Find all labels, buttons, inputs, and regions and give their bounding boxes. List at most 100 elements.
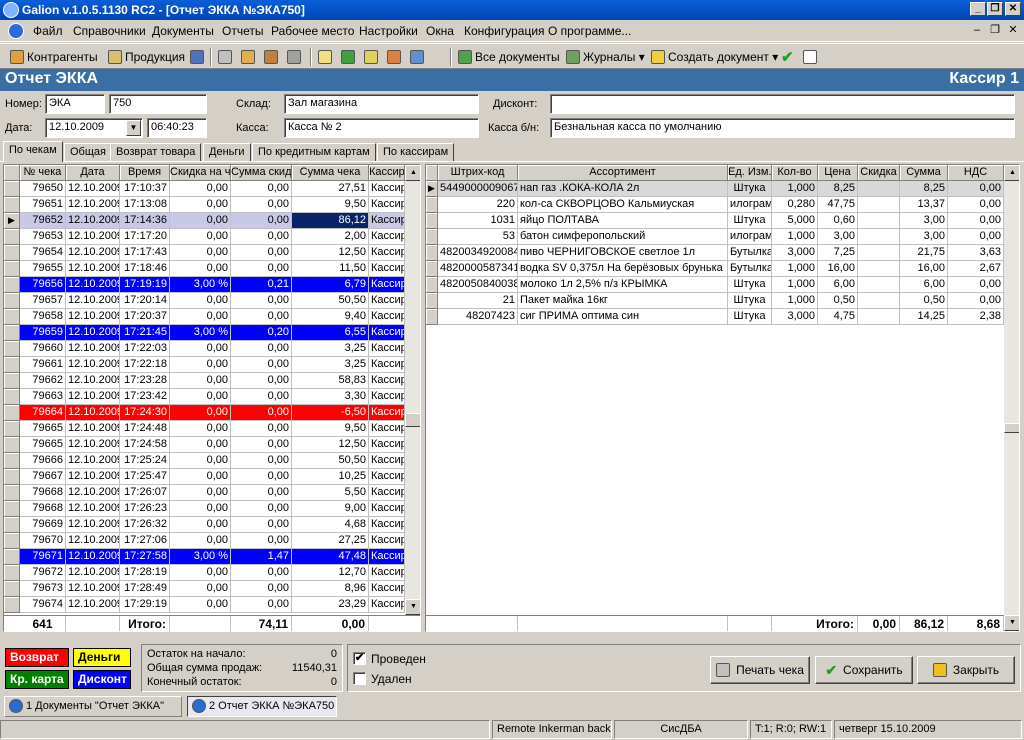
cell-cash[interactable]: Кассир bbox=[369, 341, 405, 357]
cell-price[interactable]: 7,25 bbox=[818, 245, 858, 261]
cell-sum[interactable]: 8,25 bbox=[900, 181, 948, 197]
row-indicator[interactable] bbox=[426, 309, 438, 325]
table-row[interactable]: 53 батон симферопольский илограм 1,000 3,00 3… bbox=[426, 229, 1004, 245]
cell-vat[interactable]: 0,00 bbox=[948, 181, 1004, 197]
cell-d[interactable]: 12.10.2009 bbox=[66, 581, 120, 597]
cell-sum[interactable]: 3,00 bbox=[900, 229, 948, 245]
scroll-thumb[interactable] bbox=[405, 413, 420, 427]
cell-dsum[interactable]: 0,00 bbox=[231, 581, 292, 597]
cell-n[interactable]: 79651 bbox=[20, 197, 66, 213]
cell-sum[interactable]: -6,50 bbox=[292, 405, 369, 421]
tab-credit-cards[interactable]: По кредитным картам bbox=[252, 143, 376, 161]
cell-disc[interactable]: 0,00 bbox=[170, 453, 231, 469]
row-indicator[interactable] bbox=[4, 229, 20, 245]
table-row[interactable]: 79669 12.10.2009 17:26:32 0,00 0,00 4,68 Касси… bbox=[4, 517, 405, 533]
cell-dsum[interactable]: 0,00 bbox=[231, 197, 292, 213]
money-button[interactable] bbox=[341, 48, 358, 66]
create-document-button[interactable]: Создать документ ▾ bbox=[651, 48, 778, 66]
cell-dsum[interactable]: 0,00 bbox=[231, 501, 292, 517]
row-indicator[interactable] bbox=[4, 453, 20, 469]
cell-n[interactable]: 79670 bbox=[20, 533, 66, 549]
cell-vat[interactable]: 0,00 bbox=[948, 293, 1004, 309]
cell-dsum[interactable]: 0,00 bbox=[231, 437, 292, 453]
cell-sum[interactable]: 12,50 bbox=[292, 437, 369, 453]
cell-dsum[interactable]: 0,00 bbox=[231, 597, 292, 613]
cell-price[interactable]: 3,00 bbox=[818, 229, 858, 245]
cell-dsum[interactable]: 0,00 bbox=[231, 389, 292, 405]
cell-price[interactable]: 0,50 bbox=[818, 293, 858, 309]
cell-name[interactable]: водка SV 0,375л На берёзовых брунька bbox=[518, 261, 728, 277]
cell-sum[interactable]: 4,68 bbox=[292, 517, 369, 533]
cell-vat[interactable]: 0,00 bbox=[948, 277, 1004, 293]
cell-d[interactable]: 12.10.2009 bbox=[66, 181, 120, 197]
row-indicator[interactable] bbox=[4, 197, 20, 213]
table-row[interactable]: 79662 12.10.2009 17:23:28 0,00 0,00 58,83 Касс… bbox=[4, 373, 405, 389]
col-discount-sum[interactable]: Сумма скидк bbox=[231, 165, 292, 181]
calendar-button[interactable] bbox=[190, 48, 207, 66]
row-indicator[interactable] bbox=[4, 437, 20, 453]
cell-disc[interactable]: 0,00 bbox=[170, 581, 231, 597]
number-prefix-field[interactable]: ЭКА bbox=[45, 94, 105, 114]
table-row[interactable]: 21 Пакет майка 16кг Штука 1,000 0,50 0,50 0,00 bbox=[426, 293, 1004, 309]
items-scrollbar[interactable]: ▲ ▼ bbox=[1004, 165, 1019, 631]
cell-d[interactable]: 12.10.2009 bbox=[66, 469, 120, 485]
col-discount[interactable]: Скидка bbox=[858, 165, 900, 181]
cell-price[interactable]: 6,00 bbox=[818, 277, 858, 293]
cell-cash[interactable]: Кассир bbox=[369, 517, 405, 533]
cell-dsum[interactable]: 0,00 bbox=[231, 373, 292, 389]
cell-t[interactable]: 17:29:19 bbox=[120, 597, 170, 613]
cell-t[interactable]: 17:25:24 bbox=[120, 453, 170, 469]
notes-button[interactable] bbox=[410, 48, 427, 66]
cell-vat[interactable]: 0,00 bbox=[948, 197, 1004, 213]
cell-disc[interactable] bbox=[858, 181, 900, 197]
row-indicator[interactable] bbox=[426, 293, 438, 309]
cell-t[interactable]: 17:22:18 bbox=[120, 357, 170, 373]
cell-dsum[interactable]: 0,20 bbox=[231, 325, 292, 341]
table-row[interactable]: 4820050840038 молоко 1л 2,5% п/з КРЫМКА Шт… bbox=[426, 277, 1004, 293]
cell-dsum[interactable]: 0,00 bbox=[231, 469, 292, 485]
cell-unit[interactable]: Штука bbox=[728, 309, 772, 325]
row-indicator[interactable] bbox=[4, 245, 20, 261]
cell-n[interactable]: 79668 bbox=[20, 501, 66, 517]
cell-t[interactable]: 17:26:32 bbox=[120, 517, 170, 533]
cell-qty[interactable]: 3,000 bbox=[772, 245, 818, 261]
cell-n[interactable]: 79663 bbox=[20, 389, 66, 405]
cell-vat[interactable]: 0,00 bbox=[948, 229, 1004, 245]
cell-sum[interactable]: 6,55 bbox=[292, 325, 369, 341]
cell-code[interactable]: 220 bbox=[438, 197, 518, 213]
cell-d[interactable]: 12.10.2009 bbox=[66, 549, 120, 565]
cell-t[interactable]: 17:28:49 bbox=[120, 581, 170, 597]
cell-cash[interactable]: Кассир bbox=[369, 357, 405, 373]
table-row[interactable]: ▶ 5449000009067 нап газ .КОКА-КОЛА 2л Штука… bbox=[426, 181, 1004, 197]
cell-t[interactable]: 17:24:48 bbox=[120, 421, 170, 437]
cell-disc[interactable]: 0,00 bbox=[170, 405, 231, 421]
cell-qty[interactable]: 5,000 bbox=[772, 213, 818, 229]
cell-t[interactable]: 17:18:46 bbox=[120, 261, 170, 277]
print-check-button[interactable]: Печать чека bbox=[710, 656, 810, 684]
cell-sum[interactable]: 23,29 bbox=[292, 597, 369, 613]
cell-name[interactable]: яйцо ПОЛТАВА bbox=[518, 213, 728, 229]
menu-directories[interactable]: Справочники bbox=[73, 24, 146, 38]
table-row[interactable]: 79666 12.10.2009 17:25:24 0,00 0,00 50,50 Касс… bbox=[4, 453, 405, 469]
cell-cash[interactable]: Кассир bbox=[369, 293, 405, 309]
cell-cash[interactable]: Кассир bbox=[369, 325, 405, 341]
cell-t[interactable]: 17:13:08 bbox=[120, 197, 170, 213]
row-indicator[interactable] bbox=[4, 581, 20, 597]
cell-code[interactable]: 4820000587341 bbox=[438, 261, 518, 277]
cell-d[interactable]: 12.10.2009 bbox=[66, 517, 120, 533]
cell-sum[interactable]: 10,25 bbox=[292, 469, 369, 485]
table-row[interactable]: 220 кол-са СКВОРЦОВО Кальмиуская илограм 0,… bbox=[426, 197, 1004, 213]
scroll-up-button[interactable]: ▲ bbox=[405, 165, 420, 181]
cell-t[interactable]: 17:27:06 bbox=[120, 533, 170, 549]
kassa-bn-field[interactable]: Безнальная касса по умолчанию bbox=[550, 118, 1015, 138]
home-button[interactable] bbox=[387, 48, 404, 66]
cell-t[interactable]: 17:20:37 bbox=[120, 309, 170, 325]
cell-sum[interactable]: 6,79 bbox=[292, 277, 369, 293]
cell-dsum[interactable]: 0,00 bbox=[231, 229, 292, 245]
cell-cash[interactable]: Кассир bbox=[369, 181, 405, 197]
row-indicator[interactable] bbox=[426, 213, 438, 229]
mdi-doc-icon[interactable] bbox=[8, 23, 24, 39]
row-indicator[interactable] bbox=[4, 501, 20, 517]
table-row[interactable]: 79673 12.10.2009 17:28:49 0,00 0,00 8,96 Касси… bbox=[4, 581, 405, 597]
cell-name[interactable]: сиг ПРИМА оптима син bbox=[518, 309, 728, 325]
